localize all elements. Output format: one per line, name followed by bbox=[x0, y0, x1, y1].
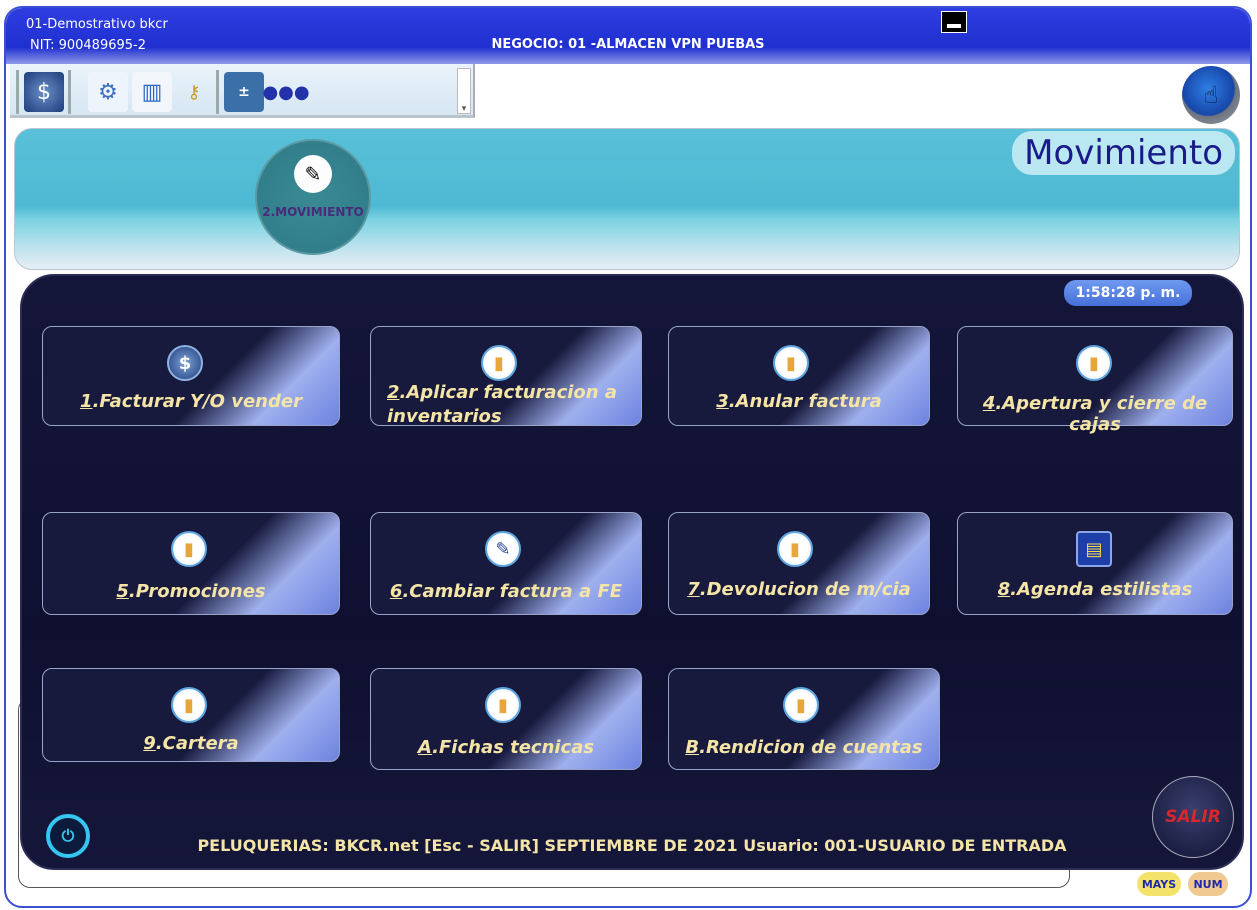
folder-icon: ▮ bbox=[777, 531, 813, 567]
title-bar: 01-Demostrativo bkcr NIT: 900489695-2 NE… bbox=[6, 8, 1250, 64]
tile-label: .Devolucion de m/cia bbox=[699, 579, 911, 600]
tile-shortcut: 3 bbox=[716, 391, 729, 412]
clock: 1:58:28 p. m. bbox=[1064, 280, 1192, 306]
menu-tile-cambiar-factura-fe[interactable]: ✎ 6.Cambiar factura a FE bbox=[370, 512, 642, 615]
tile-shortcut: 4 bbox=[982, 393, 996, 414]
agenda-icon: ▤ bbox=[1076, 531, 1112, 567]
tile-label: .Cartera bbox=[155, 733, 239, 754]
toolbar-separator bbox=[68, 70, 71, 114]
caps-lock-indicator: MAYS bbox=[1137, 872, 1181, 896]
exit-button[interactable]: SALIR bbox=[1152, 776, 1234, 858]
folder-icon: ▮ bbox=[171, 687, 207, 723]
calculator-icon[interactable]: ± bbox=[224, 72, 264, 112]
toolbar-separator bbox=[216, 70, 219, 114]
folder-icon: ▮ bbox=[773, 345, 809, 381]
tile-label: .Apertura y cierre de cajas bbox=[995, 393, 1208, 435]
toolbar: $ ⚙ ▥ ⚷ ± ●●● ▾ bbox=[10, 64, 475, 118]
menu-tile-anular-factura[interactable]: ▮ 3.Anular factura bbox=[668, 326, 930, 426]
menu-tile-rendicion-cuentas[interactable]: ▮ B.Rendicion de cuentas bbox=[668, 668, 940, 770]
menu-tile-facturar[interactable]: $ 1.Facturar Y/O vender bbox=[42, 326, 340, 426]
users-icon[interactable]: ●●● bbox=[262, 72, 309, 112]
tile-shortcut: A bbox=[417, 737, 433, 758]
money-bag-icon[interactable]: $ bbox=[24, 72, 64, 112]
folder-icon: ▮ bbox=[783, 687, 819, 723]
tile-label: .Rendicion de cuentas bbox=[699, 737, 923, 758]
toolbar-scroll[interactable]: ▾ bbox=[457, 68, 471, 114]
module-banner: ✎ 2.MOVIMIENTO Movimiento bbox=[14, 128, 1240, 270]
movimiento-module-bubble[interactable]: ✎ 2.MOVIMIENTO bbox=[255, 139, 371, 255]
tile-shortcut: 5 bbox=[116, 581, 129, 602]
tile-label: .Facturar Y/O vender bbox=[92, 391, 302, 412]
tile-label: .Cambiar factura a FE bbox=[402, 581, 623, 602]
menu-tile-devolucion[interactable]: ▮ 7.Devolucion de m/cia bbox=[668, 512, 930, 615]
status-footer: PELUQUERIAS: BKCR.net [Esc - SALIR] SEPT… bbox=[197, 836, 1067, 855]
tile-shortcut: 1 bbox=[80, 391, 93, 412]
menu-panel: 1:58:28 p. m. $ 1.Facturar Y/O vender ▮ … bbox=[20, 274, 1244, 870]
edit-document-icon: ✎ bbox=[294, 155, 332, 193]
num-lock-indicator: NUM bbox=[1188, 872, 1228, 896]
app-window: 01-Demostrativo bkcr NIT: 900489695-2 NE… bbox=[4, 6, 1252, 908]
module-bubble-label: 2.MOVIMIENTO bbox=[262, 205, 364, 219]
tile-shortcut: B bbox=[685, 737, 700, 758]
menu-tile-apertura-cajas[interactable]: ▮ 4.Apertura y cierre de cajas bbox=[957, 326, 1233, 435]
tile-shortcut: 2 bbox=[387, 382, 400, 403]
folder-icon: ▮ bbox=[481, 345, 517, 381]
tile-shortcut: 7 bbox=[687, 579, 700, 600]
tile-shortcut: 9 bbox=[143, 733, 156, 754]
chart-icon[interactable]: ▥ bbox=[132, 72, 172, 112]
tile-label: .Aplicar facturacion a inventarios bbox=[387, 382, 618, 427]
folder-icon: ▮ bbox=[171, 531, 207, 567]
toolbar-separator bbox=[16, 70, 19, 114]
tile-label: .Promociones bbox=[128, 581, 266, 602]
touch-mode-button[interactable]: ☝ bbox=[1182, 66, 1240, 124]
tile-shortcut: 8 bbox=[997, 579, 1011, 600]
key-icon[interactable]: ⚷ bbox=[174, 72, 214, 112]
tile-shortcut: 6 bbox=[389, 581, 403, 602]
money-bag-icon: $ bbox=[167, 345, 203, 381]
menu-tile-aplicar-facturacion[interactable]: ▮ 2.Aplicar facturacion a inventarios bbox=[370, 326, 642, 427]
tile-label: .Anular factura bbox=[728, 391, 882, 412]
folder-icon: ▮ bbox=[485, 687, 521, 723]
tile-label: .Agenda estilistas bbox=[1010, 579, 1193, 600]
business-label: NEGOCIO: 01 -ALMACEN VPN PUEBAS bbox=[491, 37, 765, 52]
edit-document-icon: ✎ bbox=[485, 531, 521, 567]
folder-icon: ▮ bbox=[1076, 345, 1112, 381]
hand-pointer-icon: ☝ bbox=[1203, 81, 1219, 109]
company-name: 01-Demostrativo bkcr bbox=[26, 17, 168, 32]
tile-label: .Fichas tecnicas bbox=[432, 737, 595, 758]
gear-icon[interactable]: ⚙ bbox=[88, 72, 128, 112]
menu-tile-agenda-estilistas[interactable]: ▤ 8.Agenda estilistas bbox=[957, 512, 1233, 615]
menu-tile-cartera[interactable]: ▮ 9.Cartera bbox=[42, 668, 340, 762]
menu-tile-promociones[interactable]: ▮ 5.Promociones bbox=[42, 512, 340, 615]
minimize-button[interactable] bbox=[941, 11, 967, 33]
page-title: Movimiento bbox=[1012, 131, 1235, 175]
menu-tile-fichas-tecnicas[interactable]: ▮ A.Fichas tecnicas bbox=[370, 668, 642, 770]
